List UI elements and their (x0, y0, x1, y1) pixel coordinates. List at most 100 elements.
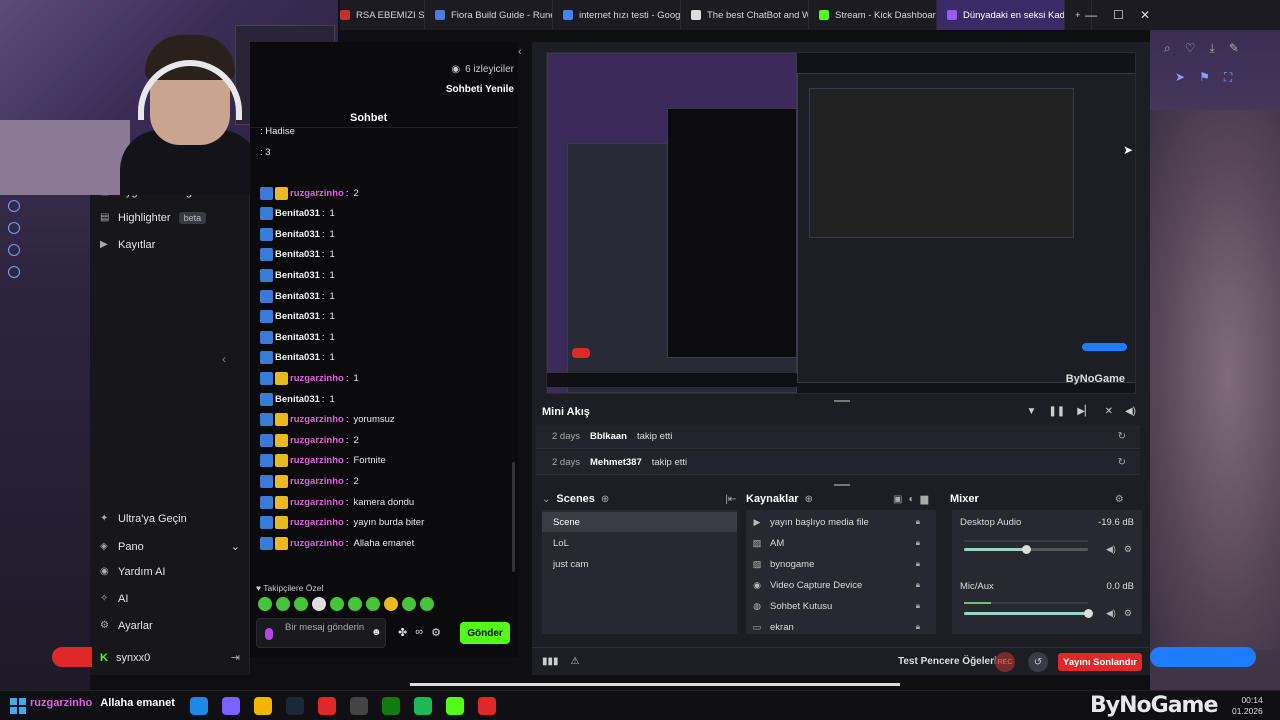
chat-username[interactable]: ruzgarzinho (290, 414, 344, 425)
windows-start-icon[interactable] (10, 698, 26, 714)
replay-icon[interactable]: ↻ (1118, 431, 1126, 442)
emote-icon[interactable] (348, 597, 362, 611)
circle-icon[interactable] (8, 222, 20, 234)
browser-tab[interactable]: The best ChatBot and Wid (681, 0, 809, 30)
emote-icon[interactable] (384, 597, 398, 611)
taskbar-app-icon[interactable] (414, 697, 432, 715)
stream-preview[interactable]: ➤ ByNoGame (546, 52, 1136, 394)
user-profile[interactable]: Ksynxx0 ⇥ (100, 651, 240, 665)
collapse-dock-icon[interactable]: |⇤ (725, 494, 736, 505)
chat-username[interactable]: Benita031 (275, 291, 320, 302)
source-item[interactable]: ▭ ekran 🔒︎ (752, 617, 932, 637)
send-button[interactable]: Gönder (460, 622, 510, 644)
nav-item-dashboard[interactable]: ◈ Pano ⌄ (100, 540, 240, 554)
chat-username[interactable]: Benita031 (275, 311, 320, 322)
volume-slider[interactable] (964, 609, 1093, 618)
volume-knob[interactable] (1021, 545, 1031, 554)
emote-icon[interactable] (420, 597, 434, 611)
filter-source-icon[interactable]: ◐ (908, 494, 914, 505)
chevron-down-icon[interactable]: ⌄ (542, 494, 550, 505)
taskbar-app-icon[interactable] (350, 697, 368, 715)
chat-username[interactable]: ruzgarzinho (290, 188, 344, 199)
chat-username[interactable]: ruzgarzinho (290, 517, 344, 528)
browser-tab[interactable]: internet hızı testi - Google (553, 0, 681, 30)
chevron-left-icon[interactable]: ‹ (518, 46, 522, 58)
tab-chat[interactable]: Sohbet (350, 112, 387, 124)
emote-icon[interactable] (402, 597, 416, 611)
chat-username[interactable]: ruzgarzinho (290, 435, 344, 446)
heart-icon[interactable]: ♡ (1185, 41, 1196, 55)
speaker-icon[interactable]: ◀) (1106, 544, 1116, 555)
emote-icon[interactable] (312, 597, 326, 611)
taskbar-app-icon[interactable] (318, 697, 336, 715)
pause-icon[interactable]: ❚❚ (1048, 406, 1065, 417)
lock-icon[interactable]: 🔒︎ (916, 517, 920, 527)
chat-username[interactable]: Benita031 (275, 270, 320, 281)
circle-icon[interactable] (8, 266, 20, 278)
dock-handle[interactable] (834, 400, 850, 402)
source-item[interactable]: ▨ bynogame 🔒︎ (752, 554, 932, 574)
browser-tab[interactable]: RSA EBEMIZI SIKTI - Yo (330, 0, 425, 30)
scene-item[interactable]: LoL (542, 533, 737, 553)
source-item[interactable]: ▶ yayın başlıyo media file 🔒︎ (752, 512, 932, 532)
volume-knob[interactable] (1083, 609, 1093, 618)
gear-icon[interactable]: ⚙ (1124, 608, 1132, 619)
nav-item-highlighter[interactable]: ▤ Highlighter beta (100, 212, 207, 224)
volume-slider[interactable] (964, 545, 1088, 554)
expand-icon[interactable]: ⛶ (1224, 70, 1232, 85)
add-source-icon[interactable]: ⊕ (805, 494, 813, 505)
emote-icon[interactable] (330, 597, 344, 611)
scrollbar[interactable] (512, 462, 515, 572)
taskbar-app-icon[interactable] (286, 697, 304, 715)
emote-icon[interactable] (366, 597, 380, 611)
scene-item[interactable]: Scene (542, 512, 737, 532)
mute-alerts-icon[interactable]: ✕ (1105, 406, 1113, 417)
chat-username[interactable]: ruzgarzinho (290, 373, 344, 384)
chat-username[interactable]: ruzgarzinho (290, 497, 344, 508)
chat-username[interactable]: Benita031 (275, 332, 320, 343)
chat-username[interactable]: Benita031 (275, 208, 320, 219)
circle-icon[interactable] (8, 200, 20, 212)
logout-icon[interactable]: ⇥ (231, 651, 240, 664)
taskbar-app-icon[interactable] (382, 697, 400, 715)
settings-icon[interactable]: ⚙ (431, 626, 441, 639)
source-item[interactable]: ◍ Sohbet Kutusu 🔒︎ (752, 596, 932, 616)
test-elements-label[interactable]: Test Pencere Öğeleri (898, 656, 997, 667)
stats-icon[interactable]: ▮▮▮ (542, 656, 559, 667)
browser-tab[interactable]: Stream - Kick Dashboard (809, 0, 937, 30)
browser-tab[interactable]: Fiora Build Guide - Runes (425, 0, 553, 30)
gear-icon[interactable]: ⚙ (1115, 494, 1124, 505)
emote-icon[interactable] (258, 597, 272, 611)
scene-item[interactable]: just cam (542, 554, 737, 574)
refresh-chat-button[interactable]: Sohbeti Yenile (446, 84, 514, 95)
add-scene-icon[interactable]: ⊕ (601, 494, 609, 505)
circle-icon[interactable] (8, 244, 20, 256)
chat-username[interactable]: ruzgarzinho (290, 455, 344, 466)
minimize-icon[interactable]: — (1085, 8, 1097, 22)
taskbar-app-icon[interactable] (478, 697, 496, 715)
speaker-icon[interactable]: ◀) (1106, 608, 1116, 619)
replay-buffer-button[interactable]: ↺ (1028, 652, 1048, 672)
taskbar-app-icon[interactable] (190, 697, 208, 715)
taskbar-app-icon[interactable] (222, 697, 240, 715)
chat-username[interactable]: ruzgarzinho (290, 538, 344, 549)
lock-icon[interactable]: 🔒︎ (916, 601, 920, 611)
chat-username[interactable]: Benita031 (275, 229, 320, 240)
ai-icon[interactable]: ✎ (1229, 41, 1239, 55)
bits-icon[interactable]: ✤ (398, 626, 407, 639)
flag-icon[interactable]: ⚑ (1199, 70, 1210, 85)
chat-username[interactable]: Benita031 (275, 394, 320, 405)
lock-icon[interactable]: 🔒︎ (916, 622, 920, 632)
emoji-icon[interactable]: ☻ (371, 627, 382, 638)
browser-tab[interactable]: Dünyadaki en seksi Kadın (937, 0, 1065, 30)
filter-icon[interactable]: ▼ (1027, 406, 1037, 417)
chat-input[interactable]: Bir mesaj gönderin ☻ (256, 618, 386, 648)
emote-icon[interactable] (294, 597, 308, 611)
maximize-icon[interactable]: ☐ (1113, 8, 1124, 22)
alert-icon[interactable]: ⚠ (571, 656, 580, 667)
send-icon[interactable]: ➤ (1175, 70, 1185, 85)
lock-icon[interactable]: 🔒︎ (916, 538, 920, 548)
folder-icon[interactable]: ▆ (920, 494, 928, 505)
collapse-sidebar-icon[interactable]: ‹ (222, 352, 226, 366)
source-tools-icon[interactable]: ▣ (893, 494, 902, 505)
